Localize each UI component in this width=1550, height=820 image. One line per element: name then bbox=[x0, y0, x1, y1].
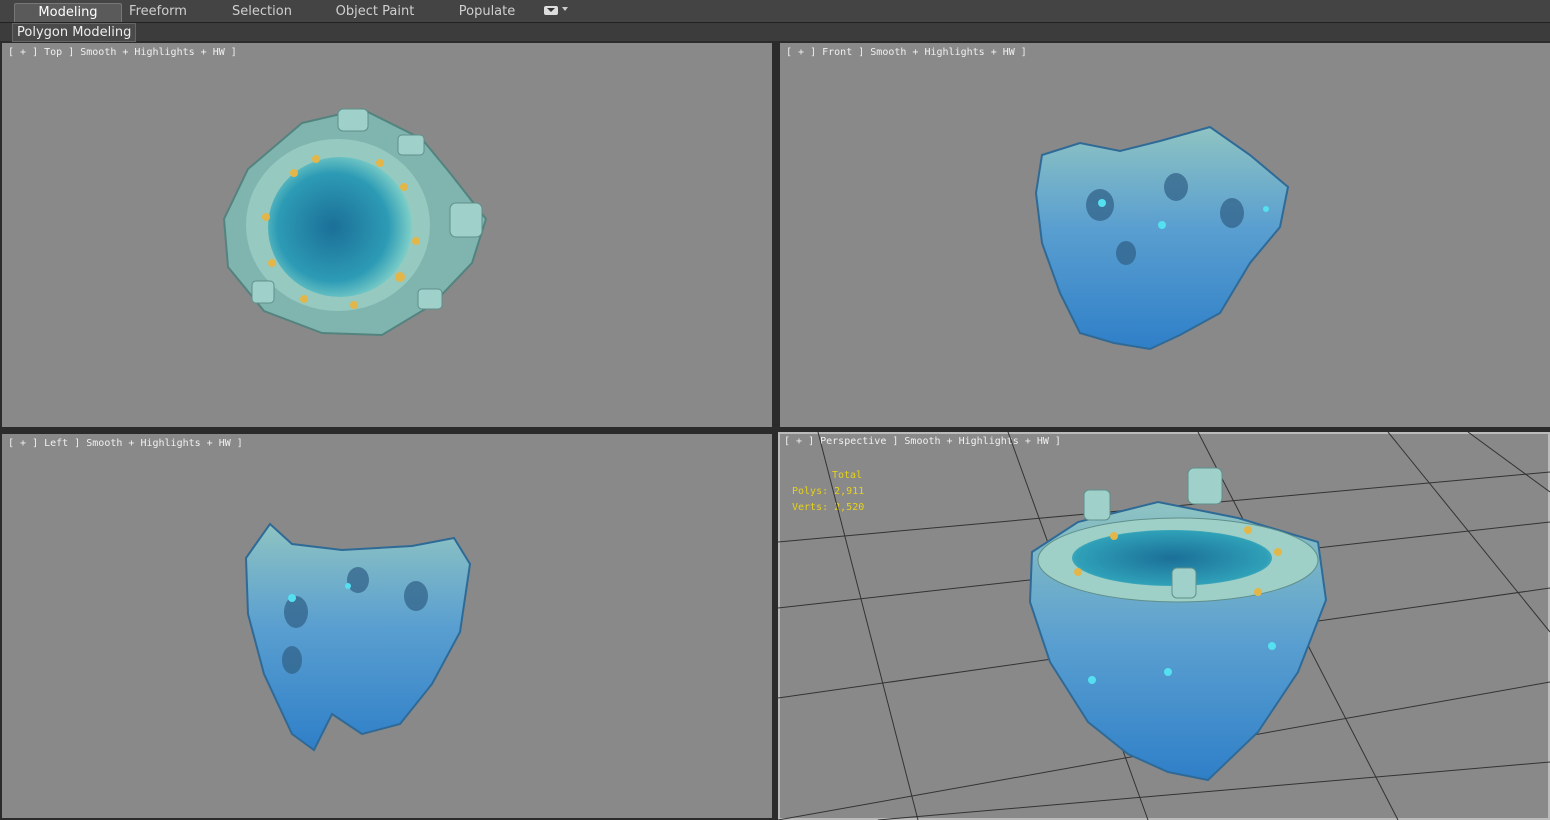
viewport-top[interactable]: [ + ] Top ] Smooth + Highlights + HW ] bbox=[2, 43, 772, 427]
model-left-view bbox=[244, 522, 472, 752]
viewport-front[interactable]: [ + ] Front ] Smooth + Highlights + HW ] bbox=[780, 43, 1550, 427]
viewport-perspective[interactable]: [ + ] Perspective ] Smooth + Highlights … bbox=[778, 432, 1550, 820]
viewport-left[interactable]: [ + ] Left ] Smooth + Highlights + HW ] bbox=[2, 434, 772, 818]
ribbon-bar: Modeling Freeform Selection Object Paint… bbox=[0, 0, 1550, 23]
perspective-grid-and-model bbox=[778, 432, 1550, 820]
tab-object-paint[interactable]: Object Paint bbox=[330, 3, 420, 21]
model-top-view bbox=[222, 107, 488, 337]
polygon-modeling-button[interactable]: Polygon Modeling bbox=[12, 23, 137, 42]
ribbon-panel-bar: Polygon Modeling bbox=[0, 23, 1550, 42]
tab-freeform[interactable]: Freeform bbox=[120, 3, 196, 21]
model-front-view bbox=[1034, 125, 1290, 351]
ribbon-options-icon[interactable] bbox=[544, 6, 558, 15]
chevron-down-icon[interactable] bbox=[562, 7, 568, 11]
tab-modeling[interactable]: Modeling bbox=[14, 3, 122, 22]
tab-populate[interactable]: Populate bbox=[452, 3, 522, 21]
tab-selection[interactable]: Selection bbox=[222, 3, 302, 21]
